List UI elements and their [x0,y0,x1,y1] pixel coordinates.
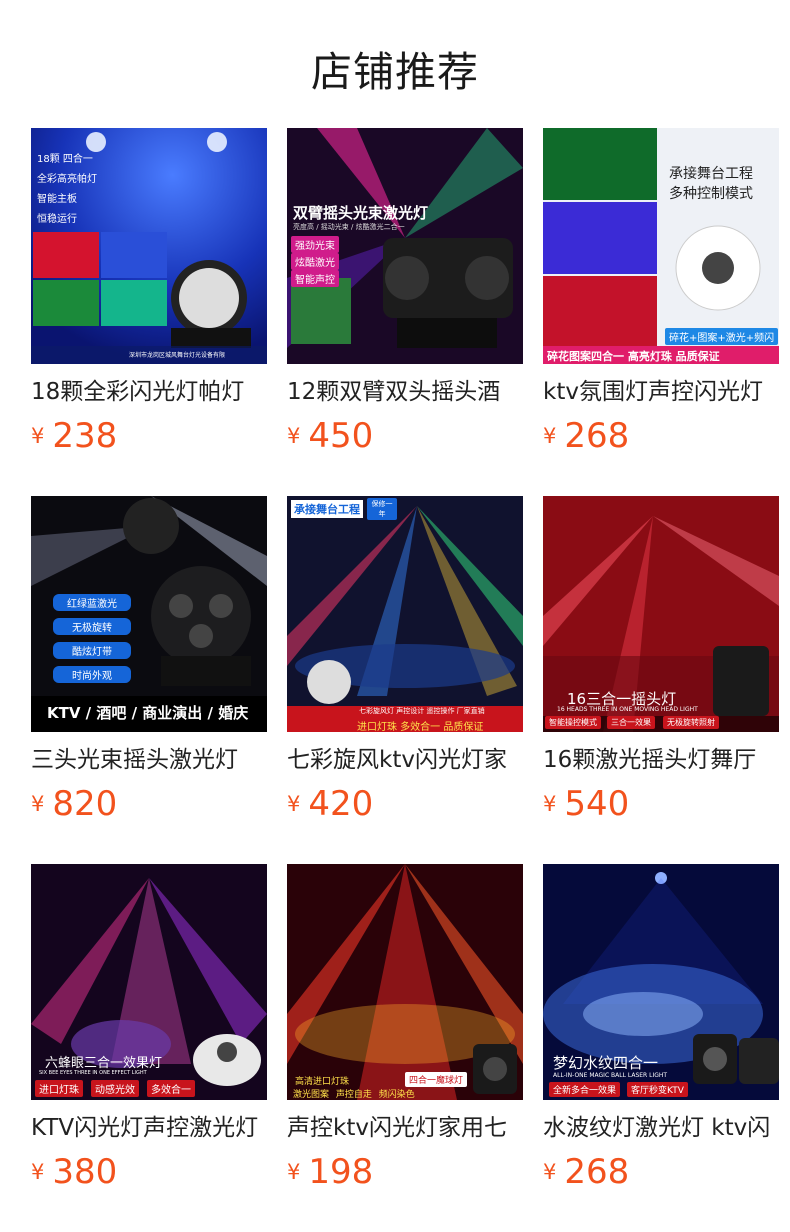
product-price: ¥268 [543,1152,630,1192]
product-card[interactable]: 双臂摇头光束激光灯 亮度高 / 摇动光束 / 炫酷激光二合一 强劲光束 炫酷激光… [287,128,523,478]
image-badge: 时尚外观 [53,666,131,683]
image-badge: 红绿蓝激光 [53,594,131,611]
product-image[interactable]: 18颗 四合一 全彩高亮帕灯 智能主板 恒稳运行 深圳市龙岗区城风舞台灯光设备有… [31,128,267,364]
image-badge: 无极旋转照射 [663,716,719,729]
product-name[interactable]: 18颗全彩闪光灯帕灯 [31,376,267,408]
image-subline: 16 HEADS THREE IN ONE MOVING HEAD LIGHT [557,706,698,713]
image-overlay-text: 高清进口灯珠 [295,1077,350,1087]
product-card[interactable]: 承接舞台工程 保修一年 七彩旋风灯 声控设计 遥控操作 厂家直销 进口灯珠 多效… [287,496,523,846]
product-image[interactable]: 双臂摇头光束激光灯 亮度高 / 摇动光束 / 炫酷激光二合一 强劲光束 炫酷激光… [287,128,523,364]
product-name[interactable]: 16颗激光摇头灯舞厅 [543,744,779,776]
product-image[interactable]: 红绿蓝激光 无极旋转 酷炫灯带 时尚外观 KTV / 酒吧 / 商业演出 / 婚… [31,496,267,732]
product-image[interactable]: 承接舞台工程 多种控制模式 碎花+图案+激光+频闪 碎花图案四合一 高亮灯珠 品… [543,128,779,364]
product-price: ¥268 [543,416,630,456]
product-image[interactable]: 六蜂眼三合一效果灯 SIX BEE EYES THREE IN ONE EFFE… [31,864,267,1100]
product-image[interactable]: 梦幻水纹四合一 ALL-IN-ONE MAGIC BALL LASER LIGH… [543,864,779,1100]
image-badge: 客厅秒变KTV [627,1082,688,1097]
product-price: ¥540 [543,784,630,824]
image-badge: 强劲光束 [291,236,339,253]
image-headline: 六蜂眼三合一效果灯 [45,1056,163,1071]
product-card[interactable]: 红绿蓝激光 无极旋转 酷炫灯带 时尚外观 KTV / 酒吧 / 商业演出 / 婚… [31,496,267,846]
image-badge: 全新多合一效果 [549,1082,621,1097]
image-badge: 无极旋转 [53,618,131,635]
image-badge: 进口灯珠 [35,1080,83,1097]
image-footer-text: 激光图案 声控自走 频闪染色 [293,1090,415,1100]
product-price: ¥820 [31,784,118,824]
product-card[interactable]: 梦幻水纹四合一 ALL-IN-ONE MAGIC BALL LASER LIGH… [543,864,779,1214]
image-footer-text: 进口灯珠 多效合一 品质保证 [357,722,484,732]
product-price: ¥198 [287,1152,374,1192]
image-badge: 碎花+图案+激光+频闪 [665,328,779,345]
image-overlay-text: 18颗 四合一 全彩高亮帕灯 智能主板 恒稳运行 [37,154,97,225]
product-name[interactable]: KTV闪光灯声控激光灯 [31,1112,267,1144]
page-title: 店铺推荐 [311,48,479,96]
product-name[interactable]: 12颗双臂双头摇头酒 [287,376,523,408]
image-badge: 炫酷激光 [291,253,339,270]
product-price: ¥420 [287,784,374,824]
image-footer-text: 碎花图案四合一 高亮灯珠 品质保证 [547,350,720,363]
product-name[interactable]: ktv氛围灯声控闪光灯 [543,376,779,408]
image-footer-text: 深圳市龙岗区城风舞台灯光设备有限 [129,352,226,359]
image-badge: 四合一魔球灯 [405,1072,468,1087]
image-badge: 酷炫灯带 [53,642,131,659]
image-badge: 三合一效果 [607,716,655,729]
image-footer-text: KTV / 酒吧 / 商业演出 / 婚庆 [47,704,249,722]
product-price: ¥380 [31,1152,118,1192]
product-image[interactable]: 16三合一摇头灯 16 HEADS THREE IN ONE MOVING HE… [543,496,779,732]
product-card[interactable]: 18颗 四合一 全彩高亮帕灯 智能主板 恒稳运行 深圳市龙岗区城风舞台灯光设备有… [31,128,267,478]
image-badge: 智能操控模式 [545,716,601,729]
product-card[interactable]: 高清进口灯珠 四合一魔球灯 激光图案 声控自走 频闪染色 声控ktv闪光灯家用七… [287,864,523,1214]
image-overlay-text: 承接舞台工程 多种控制模式 [669,166,753,202]
image-badge: 多效合一 [147,1080,195,1097]
image-subline: 亮度高 / 摇动光束 / 炫酷激光二合一 [293,223,405,231]
image-headline: 双臂摇头光束激光灯 [293,204,429,222]
product-name[interactable]: 七彩旋风ktv闪光灯家 [287,744,523,776]
image-badge: 保修一年 [367,498,397,520]
image-badge: 动感光效 [91,1080,139,1097]
image-headline: 梦幻水纹四合一 [553,1054,659,1072]
image-badge: 智能声控 [291,270,339,287]
product-card[interactable]: 承接舞台工程 多种控制模式 碎花+图案+激光+频闪 碎花图案四合一 高亮灯珠 品… [543,128,779,478]
product-price: ¥450 [287,416,374,456]
product-name[interactable]: 三头光束摇头激光灯 [31,744,267,776]
product-image[interactable]: 高清进口灯珠 四合一魔球灯 激光图案 声控自走 频闪染色 [287,864,523,1100]
image-strip-text: 七彩旋风灯 声控设计 遥控操作 厂家直销 [359,707,485,715]
product-name[interactable]: 水波纹灯激光灯 ktv闪 [543,1112,779,1144]
image-subline: ALL-IN-ONE MAGIC BALL LASER LIGHT [553,1072,668,1079]
image-overlay-text: 承接舞台工程 [291,500,363,518]
product-card[interactable]: 16三合一摇头灯 16 HEADS THREE IN ONE MOVING HE… [543,496,779,846]
product-card[interactable]: 六蜂眼三合一效果灯 SIX BEE EYES THREE IN ONE EFFE… [31,864,267,1214]
image-subline: SIX BEE EYES THREE IN ONE EFFECT LIGHT [39,1070,147,1076]
product-image[interactable]: 承接舞台工程 保修一年 七彩旋风灯 声控设计 遥控操作 厂家直销 进口灯珠 多效… [287,496,523,732]
product-name[interactable]: 声控ktv闪光灯家用七 [287,1112,523,1144]
product-price: ¥238 [31,416,118,456]
